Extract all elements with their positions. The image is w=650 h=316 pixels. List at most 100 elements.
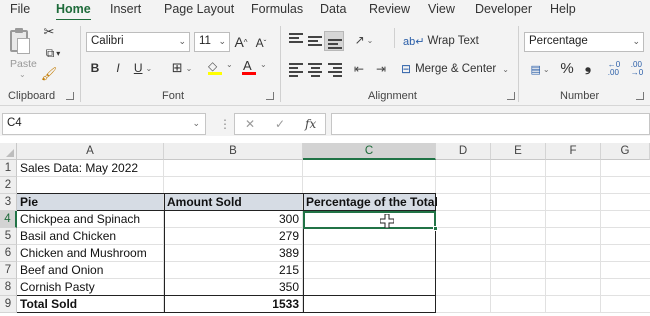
- fill-handle[interactable]: [433, 226, 438, 231]
- table-row-pct[interactable]: [303, 279, 436, 296]
- align-left-icon[interactable]: [289, 63, 303, 79]
- font-launcher-icon[interactable]: [266, 92, 274, 100]
- table-row-pct[interactable]: [303, 228, 436, 245]
- row-header[interactable]: 6: [0, 245, 17, 262]
- resize-handle-icon[interactable]: ⋮: [219, 117, 232, 131]
- table-row-pie[interactable]: Basil and Chicken: [17, 228, 164, 245]
- decrease-decimal-icon[interactable]: .00 →0: [627, 60, 647, 78]
- tab-help[interactable]: Help: [550, 2, 576, 16]
- table-row-pct[interactable]: [303, 262, 436, 279]
- header-cell-percentage[interactable]: Percentage of the Total: [303, 194, 438, 211]
- column-header-c[interactable]: C: [303, 143, 436, 160]
- font-name-value: Calibri: [91, 35, 124, 47]
- column-header-d[interactable]: D: [436, 143, 491, 160]
- tab-page-layout[interactable]: Page Layout: [164, 2, 234, 16]
- formula-bar: C4 ⌄ ⋮ ✕ ✓ fx: [0, 106, 650, 136]
- bold-button[interactable]: B: [88, 60, 102, 76]
- underline-button[interactable]: U ⌄: [130, 60, 156, 76]
- column-header-g[interactable]: G: [601, 143, 650, 160]
- title-cell[interactable]: Sales Data: May 2022: [17, 160, 164, 177]
- table-border: [17, 193, 436, 194]
- row-header[interactable]: 5: [0, 228, 17, 245]
- row-header[interactable]: 3: [0, 194, 17, 211]
- table-row-pct[interactable]: [303, 245, 436, 262]
- formula-buttons: ✕ ✓ fx: [234, 113, 326, 135]
- fill-color-button[interactable]: ◇ ⌄: [208, 59, 236, 77]
- wrap-text-label: Wrap Text: [427, 35, 479, 47]
- row-header[interactable]: 2: [0, 177, 17, 194]
- column-header-f[interactable]: F: [546, 143, 601, 160]
- table-row-pie[interactable]: Cornish Pasty: [17, 279, 164, 296]
- italic-button[interactable]: I: [111, 60, 125, 76]
- cut-icon[interactable]: ✂: [42, 24, 56, 40]
- row-header[interactable]: 7: [0, 262, 17, 279]
- align-middle-icon[interactable]: [308, 36, 322, 48]
- header-cell-pie[interactable]: Pie: [17, 194, 164, 211]
- select-all-button[interactable]: [0, 143, 17, 160]
- align-center-icon[interactable]: [308, 63, 322, 79]
- wrap-text-button[interactable]: ab↵ Wrap Text: [403, 32, 479, 50]
- table-row-amount[interactable]: 279: [164, 228, 303, 245]
- divider: [394, 28, 395, 48]
- row-header[interactable]: 8: [0, 279, 17, 296]
- table-row-amount[interactable]: 389: [164, 245, 303, 262]
- font-color-button[interactable]: A ⌄: [242, 58, 270, 77]
- tab-data[interactable]: Data: [320, 2, 346, 16]
- number-format-select[interactable]: Percentage ⌄: [524, 32, 644, 52]
- cancel-icon[interactable]: ✕: [245, 117, 255, 131]
- accounting-format-icon[interactable]: ▤ ⌄: [527, 61, 553, 77]
- divider: [518, 26, 519, 102]
- total-label-cell[interactable]: Total Sold: [17, 296, 164, 313]
- tab-developer[interactable]: Developer: [475, 2, 532, 16]
- paste-button[interactable]: Paste ⌄: [6, 26, 38, 79]
- comma-style-button[interactable]: ❟: [582, 58, 594, 76]
- merge-center-button[interactable]: ⊟ Merge & Center ⌄: [401, 60, 509, 78]
- increase-decimal-icon[interactable]: ←0.00: [605, 60, 623, 78]
- align-right-icon[interactable]: [328, 63, 342, 79]
- table-row-amount[interactable]: 350: [164, 279, 303, 296]
- header-cell-amount[interactable]: Amount Sold: [164, 194, 303, 211]
- tab-insert[interactable]: Insert: [110, 2, 141, 16]
- increase-indent-icon[interactable]: ⇥: [373, 61, 389, 77]
- name-box[interactable]: C4 ⌄: [2, 113, 206, 135]
- copy-icon[interactable]: ⧉ ▾: [42, 45, 64, 61]
- table-row-amount[interactable]: 300: [164, 211, 303, 228]
- clipboard-launcher-icon[interactable]: [66, 92, 74, 100]
- grow-font-button[interactable]: A ^: [233, 33, 249, 51]
- row-header[interactable]: 9: [0, 296, 17, 313]
- tab-formulas[interactable]: Formulas: [251, 2, 303, 16]
- table-row-pie[interactable]: Chicken and Mushroom: [17, 245, 164, 262]
- row-header[interactable]: 4: [0, 211, 17, 228]
- active-cell-selection[interactable]: [303, 211, 438, 231]
- column-header-e[interactable]: E: [491, 143, 546, 160]
- tab-view[interactable]: View: [428, 2, 455, 16]
- tab-home[interactable]: Home: [56, 2, 91, 21]
- worksheet-grid[interactable]: A B C D E F G 1 2 3 4 5 6 7 8 9 Sales Da…: [0, 143, 650, 316]
- font-size-select[interactable]: 11 ⌄: [194, 32, 230, 52]
- alignment-launcher-icon[interactable]: [507, 92, 515, 100]
- total-pct-cell[interactable]: [303, 296, 436, 313]
- table-row-pie[interactable]: Beef and Onion: [17, 262, 164, 279]
- align-top-icon[interactable]: [289, 33, 303, 45]
- orientation-icon[interactable]: ↗ ⌄: [351, 31, 377, 49]
- table-row-pie[interactable]: Chickpea and Spinach: [17, 211, 164, 228]
- shrink-font-button[interactable]: Aˇ: [253, 35, 269, 51]
- formula-input[interactable]: [331, 113, 650, 135]
- column-header-b[interactable]: B: [164, 143, 303, 160]
- font-name-select[interactable]: Calibri ⌄: [86, 32, 190, 52]
- insert-function-button[interactable]: fx: [305, 117, 316, 131]
- paste-dropdown-icon[interactable]: ⌄: [19, 70, 26, 79]
- format-painter-icon[interactable]: 🖌: [41, 66, 58, 82]
- percent-style-button[interactable]: %: [559, 59, 575, 77]
- borders-button[interactable]: ⊞ ⌄: [168, 60, 196, 76]
- total-amount-cell[interactable]: 1533: [164, 296, 303, 313]
- row-header[interactable]: 1: [0, 160, 17, 177]
- tab-review[interactable]: Review: [369, 2, 410, 16]
- enter-icon[interactable]: ✓: [275, 117, 285, 131]
- number-launcher-icon[interactable]: [636, 92, 644, 100]
- align-bottom-button[interactable]: [324, 31, 344, 51]
- table-row-amount[interactable]: 215: [164, 262, 303, 279]
- decrease-indent-icon[interactable]: ⇤: [351, 61, 367, 77]
- tab-file[interactable]: File: [10, 2, 30, 16]
- column-header-a[interactable]: A: [17, 143, 164, 160]
